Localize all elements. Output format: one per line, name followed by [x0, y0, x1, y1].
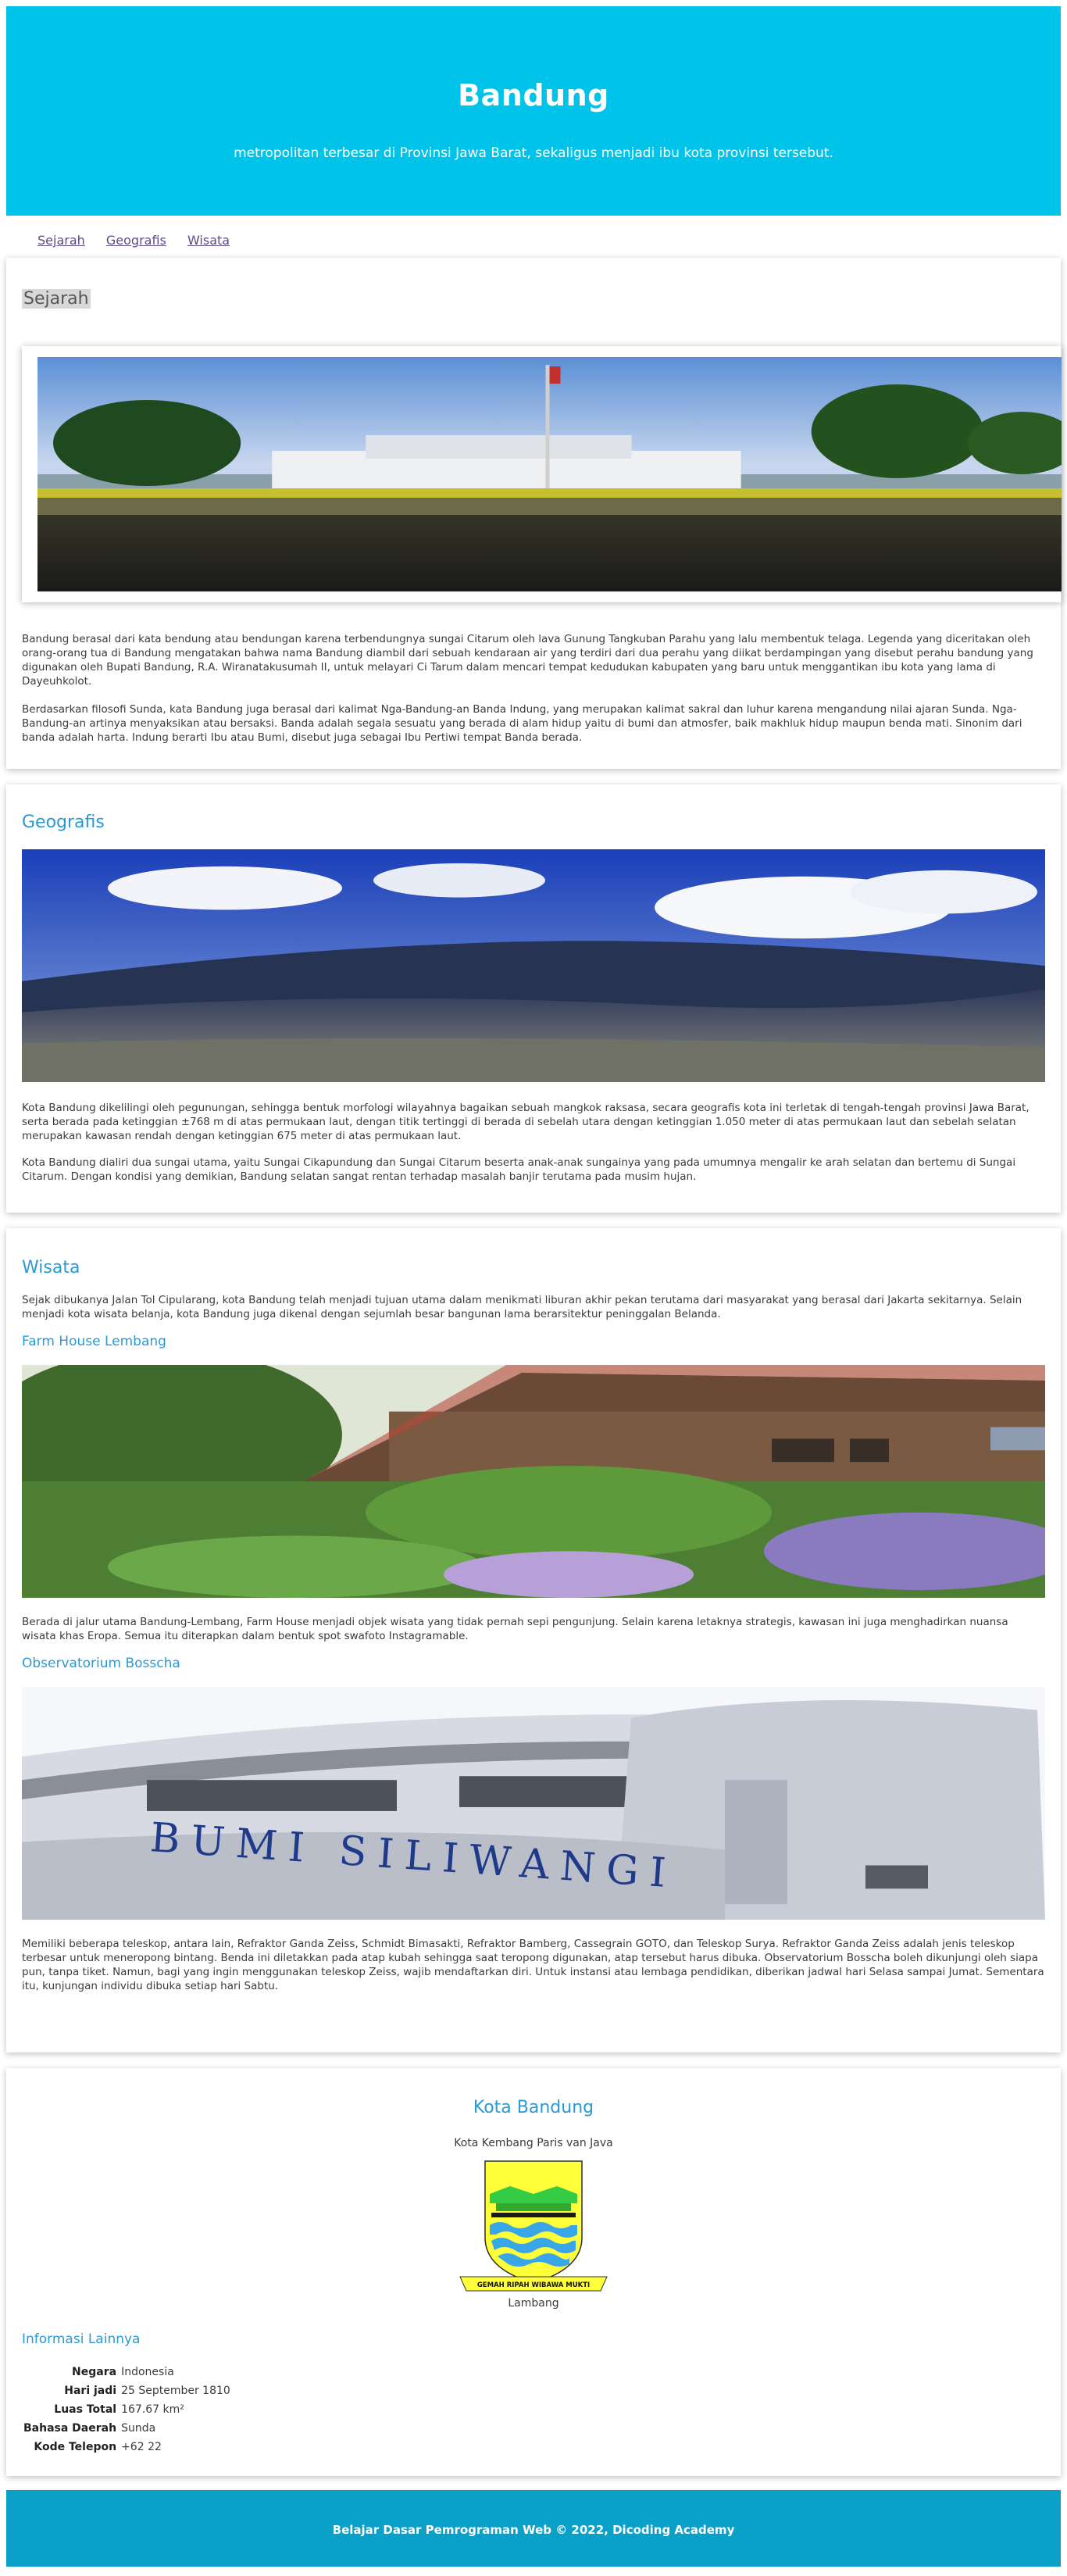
site-footer: Belajar Dasar Pemrograman Web © 2022, Di… [6, 2490, 1061, 2567]
aside-tagline: Kota Kembang Paris van Java [454, 2137, 613, 2149]
info-row-luas-total: Luas Total 167.67 km² [22, 2400, 232, 2419]
info-row-kode-telepon: Kode Telepon +62 22 [22, 2438, 232, 2456]
section-sejarah: Sejarah Bandung berasal dari kata bendun… [6, 258, 1062, 769]
farm-house-title: Farm House Lembang [22, 1334, 166, 1349]
gedung-sate-image [37, 357, 1062, 591]
bosscha-observatory-image: BUMI SILIWANGI [22, 1687, 1045, 1920]
emblem-caption: Lambang [508, 2297, 559, 2310]
mountain-crater-image [22, 849, 1045, 1082]
farm-house-image [22, 1365, 1045, 1598]
info-key: Negara [72, 2366, 117, 2378]
info-table: Negara Indonesia Hari jadi 25 September … [22, 2363, 232, 2456]
sejarah-paragraph-1: Bandung berasal dari kata bendung atau b… [22, 633, 1033, 688]
site-title: Bandung [458, 78, 609, 113]
page: Bandung metropolitan terbesar di Provins… [0, 0, 1067, 2567]
section-title-sejarah: Sejarah [22, 289, 91, 309]
footer-text: Belajar Dasar Pemrograman Web © 2022, Di… [332, 2523, 735, 2537]
city-profile-aside: Kota Bandung Kota Kembang Paris van Java… [6, 2068, 1061, 2476]
geografis-paragraph-2: Kota Bandung dialiri dua sungai utama, y… [22, 1156, 1016, 1183]
nav-link-sejarah[interactable]: Sejarah [37, 233, 85, 248]
emblem-figure: GEMAH RIPAH WIBAWA MUKTI Lambang [22, 2160, 1045, 2310]
info-value: 25 September 1810 [121, 2385, 230, 2397]
site-subtitle: metropolitan terbesar di Provinsi Jawa B… [234, 145, 833, 161]
aside-title: Kota Bandung [473, 2098, 594, 2117]
info-key: Bahasa Daerah [23, 2422, 117, 2435]
info-value: Sunda [121, 2422, 156, 2435]
bosscha-title: Observatorium Bosscha [22, 1656, 180, 1671]
info-value: +62 22 [121, 2441, 162, 2453]
sejarah-paragraph-2: Berdasarkan filosofi Sunda, kata Bandung… [22, 703, 1022, 744]
info-row-hari-jadi: Hari jadi 25 September 1810 [22, 2381, 232, 2400]
geografis-paragraph-1: Kota Bandung dikelilingi oleh pegunungan… [22, 1102, 1030, 1142]
nav-link-wisata[interactable]: Wisata [187, 233, 230, 248]
info-value: Indonesia [121, 2366, 174, 2378]
info-title: Informasi Lainnya [22, 2331, 141, 2347]
section-wisata: Wisata Sejak dibukanya Jalan Tol Cipular… [6, 1228, 1061, 2053]
info-key: Hari jadi [64, 2385, 117, 2397]
info-row-bahasa-daerah: Bahasa Daerah Sunda [22, 2419, 232, 2438]
emblem-motto: GEMAH RIPAH WIBAWA MUKTI [477, 2281, 590, 2289]
wisata-intro: Sejak dibukanya Jalan Tol Cipularang, ko… [22, 1294, 1022, 1320]
bandung-emblem-icon: GEMAH RIPAH WIBAWA MUKTI [459, 2160, 608, 2292]
site-header: Bandung metropolitan terbesar di Provins… [6, 6, 1061, 216]
info-key: Luas Total [54, 2403, 117, 2416]
nav-link-geografis[interactable]: Geografis [106, 233, 166, 248]
section-title-wisata: Wisata [22, 1258, 80, 1277]
info-value: 167.67 km² [121, 2403, 184, 2416]
section-geografis: Geografis Kota Bandung dikelilingi oleh … [6, 784, 1061, 1213]
farm-house-text: Berada di jalur utama Bandung-Lembang, F… [22, 1616, 1008, 1642]
sejarah-image-frame [22, 346, 1062, 602]
info-row-negara: Negara Indonesia [22, 2363, 232, 2381]
info-key: Kode Telepon [34, 2441, 117, 2453]
bosscha-text: Memiliki beberapa teleskop, antara lain,… [22, 1938, 1044, 1992]
section-title-geografis: Geografis [22, 813, 105, 832]
main-nav: Sejarah Geografis Wisata [6, 216, 1061, 258]
